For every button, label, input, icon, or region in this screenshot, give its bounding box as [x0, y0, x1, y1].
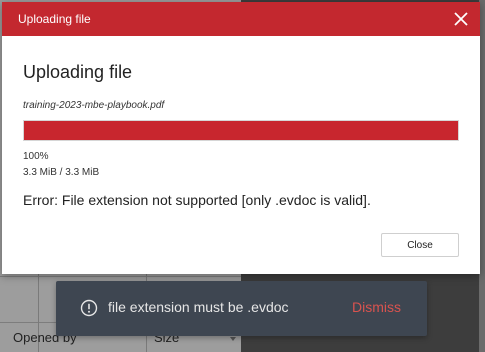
progress-size: 3.3 MiB / 3.3 MiB	[23, 167, 100, 178]
dialog-header-title: Uploading file	[18, 12, 91, 26]
close-icon[interactable]	[446, 4, 476, 34]
dismiss-button[interactable]: Dismiss	[352, 299, 401, 315]
upload-progress-fill	[24, 121, 458, 140]
dialog-header: Uploading file	[2, 2, 480, 36]
error-message: Error: File extension not supported [onl…	[23, 192, 371, 208]
upload-progress-bar	[23, 120, 459, 141]
progress-percent: 100%	[23, 151, 49, 162]
file-name: training-2023-mbe-playbook.pdf	[23, 100, 165, 111]
upload-dialog: Uploading file Uploading file training-2…	[2, 2, 480, 274]
close-button[interactable]: Close	[381, 233, 459, 257]
toast-notification: file extension must be .evdoc Dismiss	[56, 281, 427, 336]
info-circle-icon	[80, 299, 98, 317]
dialog-heading: Uploading file	[23, 62, 133, 82]
dialog-body: Uploading file training-2023-mbe-playboo…	[2, 36, 480, 274]
table-divider	[0, 276, 241, 277]
toast-message: file extension must be .evdoc	[108, 299, 289, 315]
